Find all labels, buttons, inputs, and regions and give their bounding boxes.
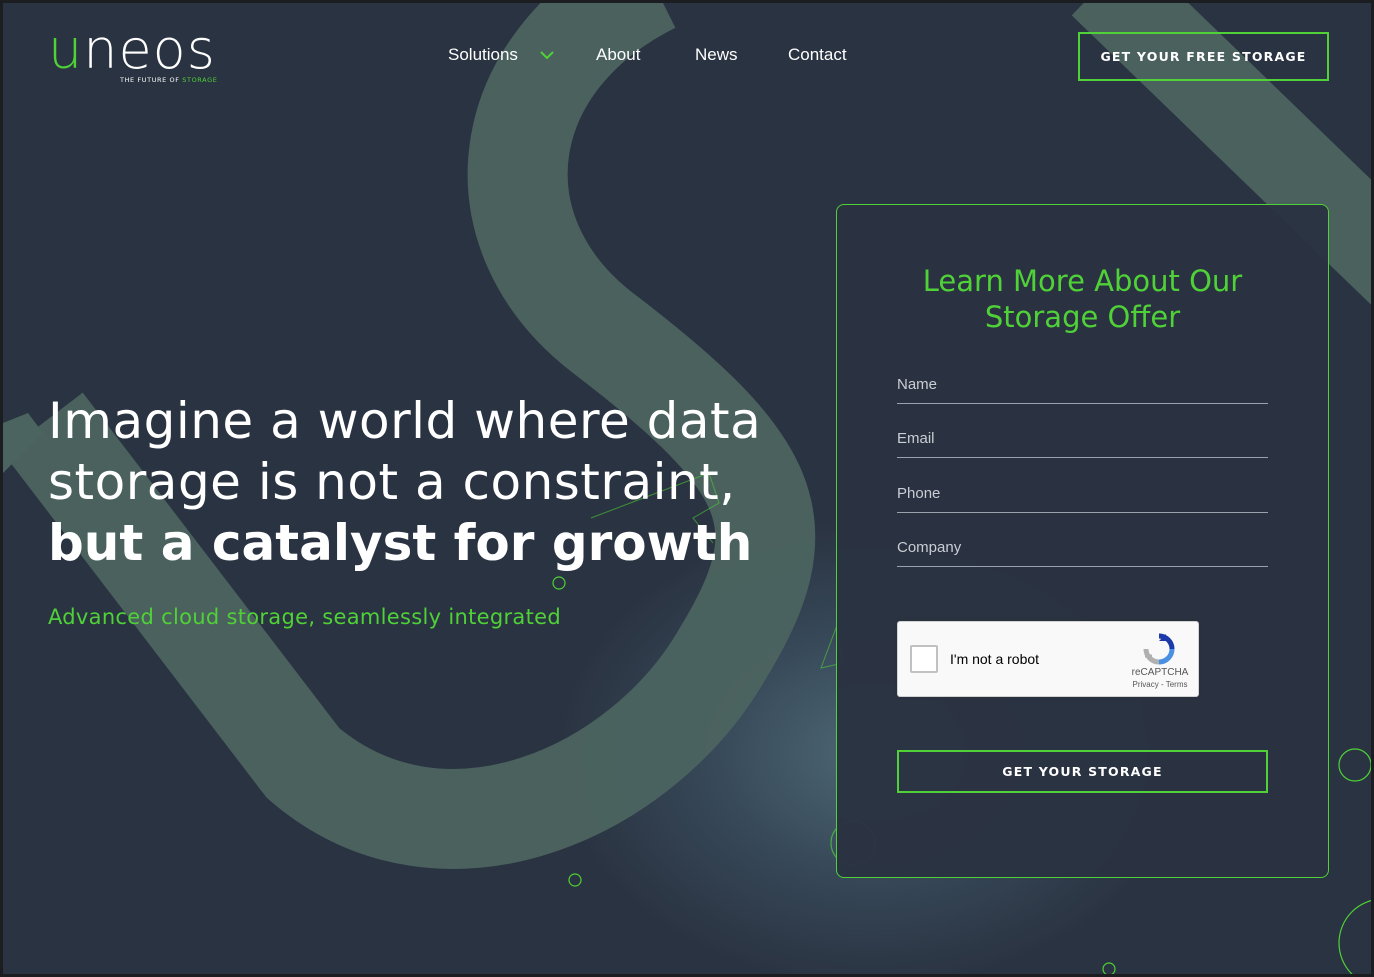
logo-rest: neos — [83, 18, 216, 81]
form-title-line1: Learn More About Our — [922, 264, 1243, 298]
logo-u: u — [48, 18, 84, 81]
form-title: Learn More About Our Storage Offer — [837, 263, 1328, 335]
deco-circle-1 — [552, 576, 566, 590]
deco-circle-4 — [1102, 962, 1116, 974]
email-field[interactable]: Email — [897, 422, 1268, 458]
recaptcha-widget: I'm not a robot reCAPTCHA Privacy - Term… — [897, 621, 1199, 697]
company-field-label: Company — [897, 539, 962, 556]
recaptcha-brand: reCAPTCHA — [1131, 667, 1189, 678]
hero-heading-line2: storage is not a constraint, — [48, 453, 736, 511]
name-field-label: Name — [897, 376, 938, 393]
logo[interactable]: uneos THE FUTURE OF STORAGE — [48, 19, 238, 91]
deco-circle-5 — [1338, 900, 1371, 974]
company-field[interactable]: Company — [897, 531, 1268, 567]
nav-item-news[interactable]: News — [695, 45, 738, 65]
nav-item-contact[interactable]: Contact — [788, 45, 847, 65]
phone-field[interactable]: Phone — [897, 477, 1268, 513]
phone-field-label: Phone — [897, 485, 941, 502]
recaptcha-label: I'm not a robot — [950, 651, 1040, 667]
deco-circle-2 — [568, 873, 582, 887]
nav-item-about[interactable]: About — [596, 45, 640, 65]
get-your-storage-button[interactable]: GET YOUR STORAGE — [897, 750, 1268, 793]
form-title-line2: Storage Offer — [984, 300, 1181, 334]
page-frame: uneos THE FUTURE OF STORAGE Solutions Ab… — [3, 3, 1371, 974]
name-field[interactable]: Name — [897, 368, 1268, 404]
recaptcha-checkbox[interactable] — [910, 645, 938, 673]
hero-heading-line1: Imagine a world where data — [48, 392, 762, 450]
recaptcha-links[interactable]: Privacy - Terms — [1120, 680, 1200, 689]
hero-subtitle: Advanced cloud storage, seamlessly integ… — [48, 605, 561, 629]
hero-heading-line3: but a catalyst for growth — [48, 514, 753, 572]
email-field-label: Email — [897, 430, 935, 447]
contact-form-card: Learn More About Our Storage Offer Name … — [836, 204, 1329, 878]
logo-wordmark: uneos — [48, 19, 216, 81]
logo-tagline: THE FUTURE OF STORAGE — [120, 76, 218, 84]
deco-circle-3 — [1338, 748, 1371, 782]
get-free-storage-button[interactable]: GET YOUR FREE STORAGE — [1078, 32, 1329, 81]
chevron-down-icon[interactable] — [540, 50, 554, 60]
nav-item-solutions[interactable]: Solutions — [448, 45, 518, 65]
recaptcha-logo-icon — [1143, 633, 1175, 665]
